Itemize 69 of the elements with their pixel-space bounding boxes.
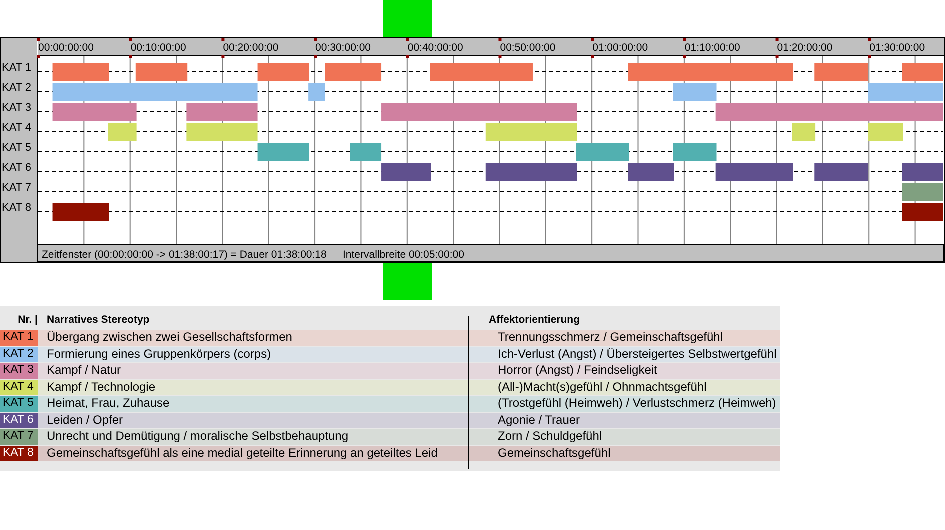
tick-mark [498, 38, 502, 41]
time-window-text: Zeitfenster (00:00:00:00 -> 01:38:00:17) = Dauer 01:38:00:18 [42, 249, 327, 261]
tick-mark [776, 55, 779, 58]
stereotype-cell: Gemeinschaftsgefühl als eine medial geteilte Erinnerung an geteiltes Leid [38, 446, 477, 461]
tick-label: 00:50:00:00 [500, 42, 556, 54]
stereotype-cell: Formierung eines Gruppenkörpers (corps) [38, 346, 477, 362]
stereotype-cell: Kampf / Natur [38, 363, 477, 378]
playhead-marker[interactable] [382, 263, 432, 300]
tick-mark [406, 38, 410, 41]
tick-label: 00:40:00:00 [408, 42, 464, 54]
tick-label: 01:10:00:00 [684, 42, 740, 54]
tick-label: 00:00:00:00 [38, 42, 94, 54]
interval-text: Intervallbreite 00:05:00:00 [343, 249, 464, 261]
category-chip: KAT 4 [0, 380, 38, 395]
stereotype-cell: Leiden / Opfer [38, 412, 477, 428]
tick-mark [129, 38, 132, 41]
tick-mark [406, 55, 410, 58]
tick-label: 00:30:00:00 [316, 42, 371, 54]
tick-mark [683, 38, 686, 41]
tick-mark [314, 38, 318, 41]
category-chip: KAT 3 [0, 363, 38, 378]
category-label: KAT 6 [2, 162, 32, 174]
tick-label: 01:00:00:00 [592, 42, 648, 54]
affect-cell: Ich-Verlust (Angst) / Übersteigertes Selbstwertgefühl [477, 346, 780, 362]
category-label: KAT 2 [2, 82, 32, 94]
tick-mark [498, 55, 502, 58]
stereotype-cell: Übergang zwischen zwei Gesellschaftsformen [38, 330, 477, 346]
affect-cell: Gemeinschaftsgefühl [477, 446, 780, 461]
category-label: KAT 3 [2, 102, 32, 114]
stereotype-cell: Unrecht und Demütigung / moralische Selbstbehauptung [38, 429, 477, 444]
column-header: Narratives Stereotyp [47, 314, 151, 326]
tick-label: 00:20:00:00 [223, 42, 279, 54]
tick-mark [776, 38, 779, 41]
tick-mark [868, 38, 872, 41]
category-label: KAT 1 [2, 62, 32, 74]
category-label: KAT 8 [2, 202, 32, 214]
category-chip: KAT 8 [0, 446, 38, 461]
category-chip: KAT 1 [0, 330, 38, 346]
tick-mark [868, 55, 872, 58]
stereotype-cell: Heimat, Frau, Zuhause [38, 396, 477, 412]
category-label: KAT 4 [2, 122, 32, 134]
category-chip: KAT 2 [0, 346, 38, 362]
tick-mark [591, 55, 594, 58]
tick-mark [683, 55, 686, 58]
column-header: Nr. | [17, 314, 39, 326]
category-chip: KAT 7 [0, 429, 38, 444]
tick-mark [314, 55, 318, 58]
playhead-marker[interactable] [382, 0, 432, 37]
category-label: KAT 5 [2, 142, 32, 154]
affect-cell: Agonie / Trauer [477, 412, 780, 428]
category-chip: KAT 5 [0, 396, 38, 412]
category-chip: KAT 6 [0, 412, 38, 428]
category-label: KAT 7 [2, 182, 32, 194]
tick-label: 00:10:00:00 [130, 42, 186, 54]
column-header: Affektorientierung [489, 314, 582, 326]
tick-mark [129, 55, 132, 58]
affect-cell: Horror (Angst) / Feindseligkeit [477, 363, 780, 378]
affect-cell: (Trostgefühl (Heimweh) / Verlustschmerz (Heimweh) [477, 396, 780, 412]
affect-cell: Trennungsschmerz / Gemeinschaftsgefühl [477, 330, 780, 346]
tick-mark [222, 38, 225, 41]
tick-mark [222, 55, 225, 58]
tick-label: 01:20:00:00 [777, 42, 833, 54]
tick-label: 01:30:00:00 [870, 42, 926, 54]
tick-mark [37, 55, 40, 58]
affect-cell: (All-)Macht(s)gefühl / Ohnmachtsgefühl [477, 380, 780, 395]
tick-mark [37, 38, 40, 41]
stereotype-cell: Kampf / Technologie [38, 380, 477, 395]
affect-cell: Zorn / Schuldgefühl [477, 429, 780, 444]
tick-mark [591, 38, 594, 41]
